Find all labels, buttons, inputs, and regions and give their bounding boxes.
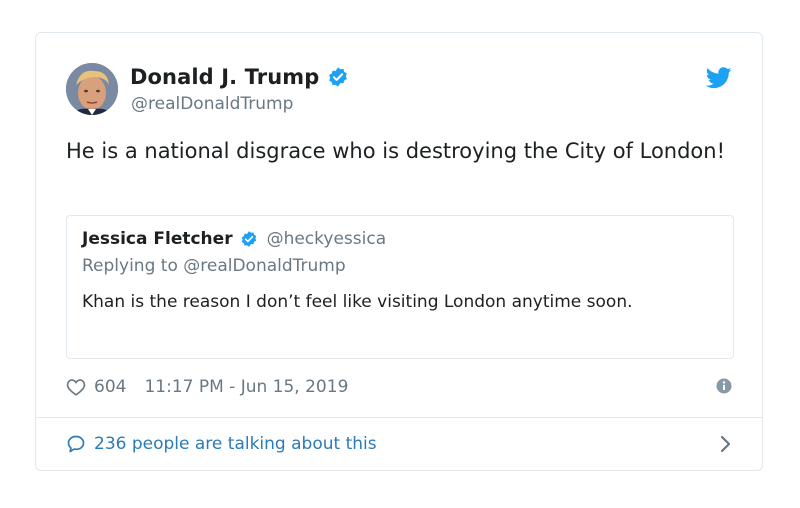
speech-bubble-icon (67, 435, 85, 453)
twitter-bird-icon[interactable] (706, 67, 732, 89)
tweet-header: Donald J. Trump @realDonaldTrump (66, 63, 732, 119)
embedded-tweet-card: Donald J. Trump @realDonaldTrump He is a… (35, 32, 763, 471)
author-handle[interactable]: @realDonaldTrump (131, 94, 293, 114)
author-name-row: Donald J. Trump (130, 65, 349, 89)
chevron-right-icon[interactable] (720, 435, 732, 453)
talking-link[interactable]: 236 people are talking about this (66, 429, 732, 459)
tweet-text: He is a national disgrace who is destroy… (66, 139, 726, 163)
avatar-photo (66, 63, 118, 115)
info-icon[interactable] (716, 378, 732, 394)
author-avatar[interactable] (66, 63, 118, 115)
quoted-text: Khan is the reason I don’t feel like vis… (82, 292, 633, 312)
quoted-handle: @heckyessica (266, 229, 387, 249)
author-display-name[interactable]: Donald J. Trump (130, 65, 319, 89)
replying-to: Replying to @realDonaldTrump (82, 256, 346, 276)
verified-badge-icon (329, 67, 348, 87)
divider (36, 417, 762, 418)
quoted-tweet[interactable]: Jessica Fletcher @heckyessica Replying t… (66, 215, 734, 359)
quoted-display-name: Jessica Fletcher (82, 229, 233, 249)
quoted-author-row: Jessica Fletcher @heckyessica (82, 229, 386, 249)
heart-icon[interactable] (66, 378, 86, 396)
talking-count-label[interactable]: 236 people are talking about this (94, 434, 377, 454)
verified-badge-icon (241, 231, 256, 247)
like-count[interactable]: 604 (94, 377, 126, 397)
tweet-timestamp[interactable]: 11:17 PM - Jun 15, 2019 (144, 377, 348, 397)
tweet-meta: 604 11:17 PM - Jun 15, 2019 (66, 374, 732, 400)
